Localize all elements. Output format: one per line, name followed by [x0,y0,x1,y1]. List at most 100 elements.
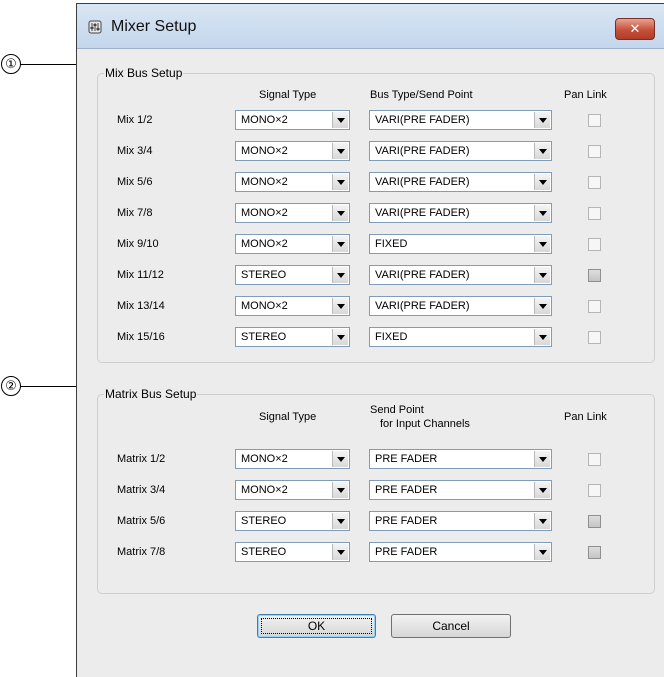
chevron-down-icon[interactable] [332,112,348,128]
signal-type-value: MONO×2 [241,114,288,126]
send-point-dropdown[interactable]: PRE FADER [369,449,552,469]
chevron-down-icon[interactable] [534,267,550,283]
window-title: Mixer Setup [111,18,197,35]
chevron-down-icon[interactable] [534,329,550,345]
row-label: Mix 11/12 [117,269,164,281]
bus-type-dropdown-value: VARI(PRE FADER) [375,145,470,157]
chevron-down-icon[interactable] [332,143,348,159]
bus-type-dropdown-value: FIXED [375,238,408,250]
signal-type-dropdown[interactable]: MONO×2 [235,141,350,161]
chevron-down-icon[interactable] [332,544,348,560]
chevron-down-icon[interactable] [332,298,348,314]
callout-1: ① [1,54,21,74]
callout-2: ② [1,376,21,396]
signal-type-value: STEREO [241,515,287,527]
pan-link-checkbox[interactable] [588,238,601,251]
signal-type-value: MONO×2 [241,453,288,465]
bus-type-dropdown[interactable]: VARI(PRE FADER) [369,296,552,316]
signal-type-dropdown[interactable]: MONO×2 [235,449,350,469]
pan-link-checkbox[interactable] [588,176,601,189]
row-label: Mix 3/4 [117,145,153,157]
signal-type-dropdown[interactable]: STEREO [235,265,350,285]
bus-type-dropdown[interactable]: FIXED [369,234,552,254]
pan-link-checkbox[interactable] [588,300,601,313]
mix-bus-type-header: Bus Type/Send Point [370,89,473,101]
row-label: Matrix 3/4 [117,484,166,496]
row-label: Mix 1/2 [117,114,153,126]
send-point-dropdown[interactable]: PRE FADER [369,542,552,562]
matrix-pan-link-header: Pan Link [564,411,607,423]
mix-bus-setup-legend: Mix Bus Setup [104,66,184,80]
chevron-down-icon[interactable] [332,451,348,467]
close-button[interactable]: ✕ [615,18,655,40]
chevron-down-icon[interactable] [332,205,348,221]
chevron-down-icon[interactable] [332,267,348,283]
signal-type-value: MONO×2 [241,207,288,219]
pan-link-checkbox[interactable] [588,145,601,158]
signal-type-value: STEREO [241,331,287,343]
cancel-button-label: Cancel [432,619,470,633]
chevron-down-icon[interactable] [332,236,348,252]
chevron-down-icon[interactable] [534,298,550,314]
signal-type-dropdown[interactable]: MONO×2 [235,234,350,254]
chevron-down-icon[interactable] [332,513,348,529]
chevron-down-icon[interactable] [534,174,550,190]
send-point-dropdown-value: PRE FADER [375,515,438,527]
signal-type-value: STEREO [241,269,287,281]
row-label: Mix 7/8 [117,207,153,219]
pan-link-checkbox[interactable] [588,484,601,497]
signal-type-dropdown[interactable]: STEREO [235,542,350,562]
bus-type-dropdown[interactable]: VARI(PRE FADER) [369,110,552,130]
signal-type-value: STEREO [241,546,287,558]
chevron-down-icon[interactable] [534,236,550,252]
bus-type-dropdown[interactable]: VARI(PRE FADER) [369,265,552,285]
matrix-bus-setup-legend: Matrix Bus Setup [104,387,198,401]
send-point-dropdown[interactable]: PRE FADER [369,511,552,531]
chevron-down-icon[interactable] [332,482,348,498]
chevron-down-icon[interactable] [534,451,550,467]
pan-link-checkbox[interactable] [588,207,601,220]
pan-link-checkbox[interactable] [588,114,601,127]
send-point-dropdown-value: PRE FADER [375,484,438,496]
mixer-app-icon [88,20,102,34]
chevron-down-icon[interactable] [534,482,550,498]
chevron-down-icon[interactable] [332,174,348,190]
bus-type-dropdown[interactable]: VARI(PRE FADER) [369,172,552,192]
signal-type-value: MONO×2 [241,238,288,250]
row-label: Matrix 7/8 [117,546,166,558]
send-point-dropdown-value: PRE FADER [375,546,438,558]
signal-type-dropdown[interactable]: MONO×2 [235,480,350,500]
matrix-signal-type-header: Signal Type [259,411,317,423]
row-label: Mix 5/6 [117,176,153,188]
signal-type-dropdown[interactable]: STEREO [235,327,350,347]
bus-type-dropdown[interactable]: VARI(PRE FADER) [369,203,552,223]
bus-type-dropdown-value: FIXED [375,331,408,343]
bus-type-dropdown[interactable]: VARI(PRE FADER) [369,141,552,161]
cancel-button[interactable]: Cancel [391,614,511,638]
ok-focus-indicator [261,618,372,634]
signal-type-dropdown[interactable]: MONO×2 [235,172,350,192]
signal-type-dropdown[interactable]: MONO×2 [235,203,350,223]
chevron-down-icon[interactable] [534,544,550,560]
pan-link-checkbox[interactable] [588,331,601,344]
ok-button[interactable]: OK [257,614,376,638]
bus-type-dropdown-value: VARI(PRE FADER) [375,207,470,219]
pan-link-checkbox[interactable] [588,453,601,466]
signal-type-dropdown[interactable]: STEREO [235,511,350,531]
row-label: Mix 15/16 [117,331,165,343]
chevron-down-icon[interactable] [534,112,550,128]
signal-type-value: MONO×2 [241,145,288,157]
chevron-down-icon[interactable] [534,205,550,221]
chevron-down-icon[interactable] [534,513,550,529]
chevron-down-icon[interactable] [534,143,550,159]
signal-type-dropdown[interactable]: MONO×2 [235,110,350,130]
pan-link-checkbox[interactable] [588,546,601,559]
close-icon: ✕ [629,21,641,36]
signal-type-dropdown[interactable]: MONO×2 [235,296,350,316]
send-point-dropdown[interactable]: PRE FADER [369,480,552,500]
pan-link-checkbox[interactable] [588,269,601,282]
row-label: Mix 9/10 [117,238,159,250]
bus-type-dropdown[interactable]: FIXED [369,327,552,347]
pan-link-checkbox[interactable] [588,515,601,528]
chevron-down-icon[interactable] [332,329,348,345]
